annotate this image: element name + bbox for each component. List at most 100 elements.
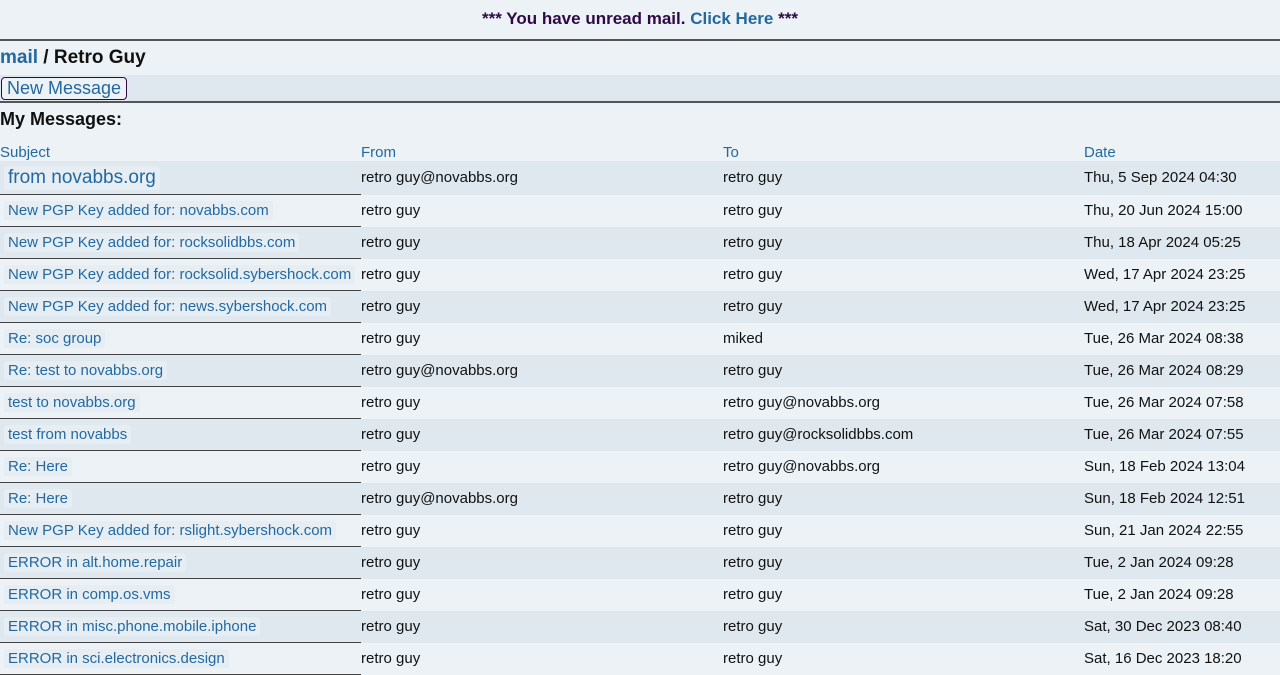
from-cell: retro guy (361, 514, 723, 547)
from-cell: retro guy (361, 578, 723, 611)
new-message-button[interactable]: New Message (1, 77, 128, 100)
table-row: New PGP Key added for: rocksolid.sybersh… (0, 258, 1280, 291)
breadcrumb-mail-link[interactable]: mail (0, 47, 38, 68)
table-row: from novabbs.org retro guy@novabbs.org ret… (0, 161, 1280, 195)
to-cell: retro guy (723, 610, 1084, 643)
from-cell: retro guy (361, 610, 723, 643)
to-cell: retro guy (723, 514, 1084, 547)
to-cell: retro guy (723, 290, 1084, 323)
date-cell: Wed, 17 Apr 2024 23:25 (1084, 258, 1280, 291)
breadcrumb-current: Retro Guy (53, 47, 146, 68)
column-header-to[interactable]: To (723, 135, 1084, 161)
message-subject-link[interactable]: ERROR in alt.home.repair (4, 553, 187, 572)
subject-cell: ERROR in alt.home.repair (0, 546, 361, 579)
table-row: ERROR in sci.electronics.design retro guy… (0, 642, 1280, 675)
to-cell: retro guy (723, 354, 1084, 387)
click-here-link[interactable]: Click Here (690, 9, 773, 28)
subject-cell: test to novabbs.org (0, 386, 361, 419)
messages-list: from novabbs.org retro guy@novabbs.org ret… (0, 161, 1280, 675)
date-cell: Sun, 18 Feb 2024 13:04 (1084, 450, 1280, 483)
table-row: ERROR in alt.home.repair retro guy retro g… (0, 546, 1280, 579)
messages-table: Subject From To Date from novabbs.org ret… (0, 135, 1280, 675)
unread-mail-text: *** You have unread mail. (482, 9, 686, 28)
subject-cell: New PGP Key added for: news.sybershock.c… (0, 290, 361, 323)
subject-cell: ERROR in comp.os.vms (0, 578, 361, 611)
message-subject-link[interactable]: New PGP Key added for: novabbs.com (4, 201, 273, 220)
unread-mail-suffix: *** (778, 9, 798, 28)
message-subject-link[interactable]: ERROR in misc.phone.mobile.iphone (4, 617, 261, 636)
date-cell: Thu, 18 Apr 2024 05:25 (1084, 226, 1280, 259)
table-row: Re: test to novabbs.org retro guy@novabbs… (0, 354, 1280, 387)
message-subject-link[interactable]: test to novabbs.org (4, 393, 140, 412)
date-cell: Tue, 26 Mar 2024 07:55 (1084, 418, 1280, 451)
message-subject-link[interactable]: Re: Here (4, 457, 73, 476)
breadcrumb: mail / Retro Guy (0, 41, 1280, 75)
date-cell: Sat, 30 Dec 2023 08:40 (1084, 610, 1280, 643)
subject-cell: ERROR in sci.electronics.design (0, 642, 361, 675)
subject-cell: ERROR in misc.phone.mobile.iphone (0, 610, 361, 643)
subject-cell: Re: soc group (0, 322, 361, 355)
date-cell: Tue, 2 Jan 2024 09:28 (1084, 546, 1280, 579)
to-cell: retro guy (723, 482, 1084, 515)
message-subject-link[interactable]: ERROR in sci.electronics.design (4, 649, 229, 668)
from-cell: retro guy@novabbs.org (361, 482, 723, 515)
message-subject-link[interactable]: ERROR in comp.os.vms (4, 585, 175, 604)
from-cell: retro guy (361, 290, 723, 323)
table-row: test from novabbs retro guy retro guy@rock… (0, 418, 1280, 451)
date-cell: Wed, 17 Apr 2024 23:25 (1084, 290, 1280, 323)
from-cell: retro guy@novabbs.org (361, 354, 723, 387)
from-cell: retro guy (361, 322, 723, 355)
toolbar: New Message (0, 75, 1280, 103)
table-row: Re: Here retro guy@novabbs.org retro guy Su… (0, 482, 1280, 515)
subject-cell: from novabbs.org (0, 161, 361, 195)
subject-cell: Re: Here (0, 482, 361, 515)
section-title: My Messages: (0, 109, 123, 129)
to-cell: retro guy@novabbs.org (723, 386, 1084, 419)
date-cell: Sun, 21 Jan 2024 22:55 (1084, 514, 1280, 547)
date-cell: Sat, 16 Dec 2023 18:20 (1084, 642, 1280, 675)
message-subject-link[interactable]: from novabbs.org (4, 165, 160, 190)
table-header-row: Subject From To Date (0, 135, 1280, 161)
subject-cell: Re: Here (0, 450, 361, 483)
message-subject-link[interactable]: Re: test to novabbs.org (4, 361, 168, 380)
subject-cell: New PGP Key added for: novabbs.com (0, 194, 361, 227)
to-cell: retro guy (723, 226, 1084, 259)
table-row: New PGP Key added for: novabbs.com retro … (0, 194, 1280, 227)
message-subject-link[interactable]: New PGP Key added for: news.sybershock.c… (4, 297, 332, 316)
from-cell: retro guy (361, 642, 723, 675)
date-cell: Tue, 26 Mar 2024 07:58 (1084, 386, 1280, 419)
column-header-date[interactable]: Date (1084, 135, 1280, 161)
to-cell: retro guy (723, 161, 1084, 195)
date-cell: Sun, 18 Feb 2024 12:51 (1084, 482, 1280, 515)
from-cell: retro guy (361, 450, 723, 483)
message-subject-link[interactable]: New PGP Key added for: rslight.sybershoc… (4, 521, 337, 540)
from-cell: retro guy (361, 418, 723, 451)
table-row: New PGP Key added for: rocksolidbbs.com r… (0, 226, 1280, 259)
to-cell: retro guy (723, 578, 1084, 611)
breadcrumb-separator: / (38, 47, 54, 68)
date-cell: Tue, 26 Mar 2024 08:38 (1084, 322, 1280, 355)
message-subject-link[interactable]: Re: soc group (4, 329, 106, 348)
from-cell: retro guy (361, 226, 723, 259)
table-row: ERROR in comp.os.vms retro guy retro guy Tu… (0, 578, 1280, 611)
from-cell: retro guy@novabbs.org (361, 161, 723, 195)
date-cell: Thu, 20 Jun 2024 15:00 (1084, 194, 1280, 227)
table-row: ERROR in misc.phone.mobile.iphone retro g… (0, 610, 1280, 643)
column-header-subject[interactable]: Subject (0, 135, 361, 161)
message-subject-link[interactable]: New PGP Key added for: rocksolid.sybersh… (4, 265, 356, 284)
message-subject-link[interactable]: test from novabbs (4, 425, 132, 444)
to-cell: miked (723, 322, 1084, 355)
date-cell: Tue, 26 Mar 2024 08:29 (1084, 354, 1280, 387)
column-header-from[interactable]: From (361, 135, 723, 161)
table-row: Re: Here retro guy retro guy@novabbs.org Su… (0, 450, 1280, 483)
subject-cell: test from novabbs (0, 418, 361, 451)
subject-cell: Re: test to novabbs.org (0, 354, 361, 387)
table-row: New PGP Key added for: news.sybershock.c… (0, 290, 1280, 323)
table-row: New PGP Key added for: rslight.sybershoc… (0, 514, 1280, 547)
from-cell: retro guy (361, 386, 723, 419)
table-row: test to novabbs.org retro guy retro guy@no… (0, 386, 1280, 419)
to-cell: retro guy@novabbs.org (723, 450, 1084, 483)
message-subject-link[interactable]: Re: Here (4, 489, 73, 508)
date-cell: Thu, 5 Sep 2024 04:30 (1084, 161, 1280, 195)
message-subject-link[interactable]: New PGP Key added for: rocksolidbbs.com (4, 233, 300, 252)
